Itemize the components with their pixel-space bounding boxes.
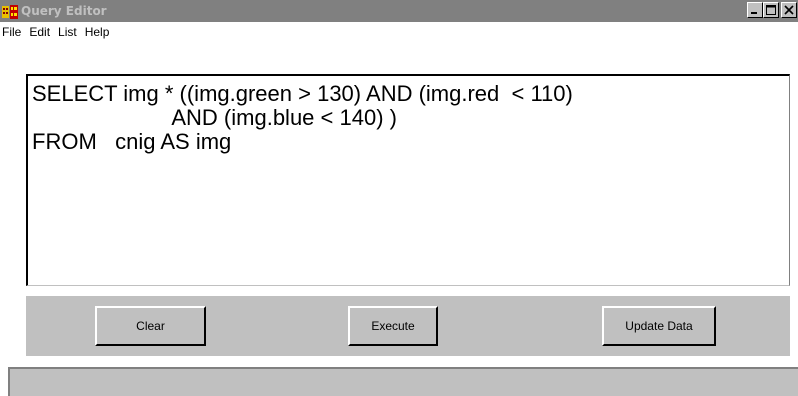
menu-list[interactable]: List	[54, 22, 81, 42]
menu-edit[interactable]: Edit	[25, 22, 54, 42]
update-data-button[interactable]: Update Data	[602, 306, 716, 346]
query-text[interactable]: SELECT img * ((img.green > 130) AND (img…	[32, 82, 573, 154]
execute-button[interactable]: Execute	[348, 306, 438, 346]
clear-button[interactable]: Clear	[95, 306, 206, 346]
query-text-area[interactable]: SELECT img * ((img.green > 130) AND (img…	[26, 74, 790, 286]
maximize-icon	[766, 5, 776, 15]
query-editor-window: Query Editor File Edit List Help SELECT …	[0, 0, 798, 396]
menu-help[interactable]: Help	[81, 22, 114, 42]
maximize-button[interactable]	[763, 2, 779, 18]
minimize-icon	[751, 12, 757, 14]
minimize-button[interactable]	[747, 2, 763, 18]
status-bar	[8, 367, 798, 396]
window-title: Query Editor	[21, 4, 107, 18]
button-panel: Clear Execute Update Data	[26, 296, 790, 356]
close-icon	[784, 5, 794, 15]
menu-file[interactable]: File	[0, 22, 25, 42]
window-controls	[747, 2, 797, 20]
title-bar[interactable]: Query Editor	[0, 0, 798, 22]
close-button[interactable]	[781, 2, 797, 18]
app-icon[interactable]	[2, 4, 18, 19]
menu-bar: File Edit List Help	[0, 22, 798, 42]
